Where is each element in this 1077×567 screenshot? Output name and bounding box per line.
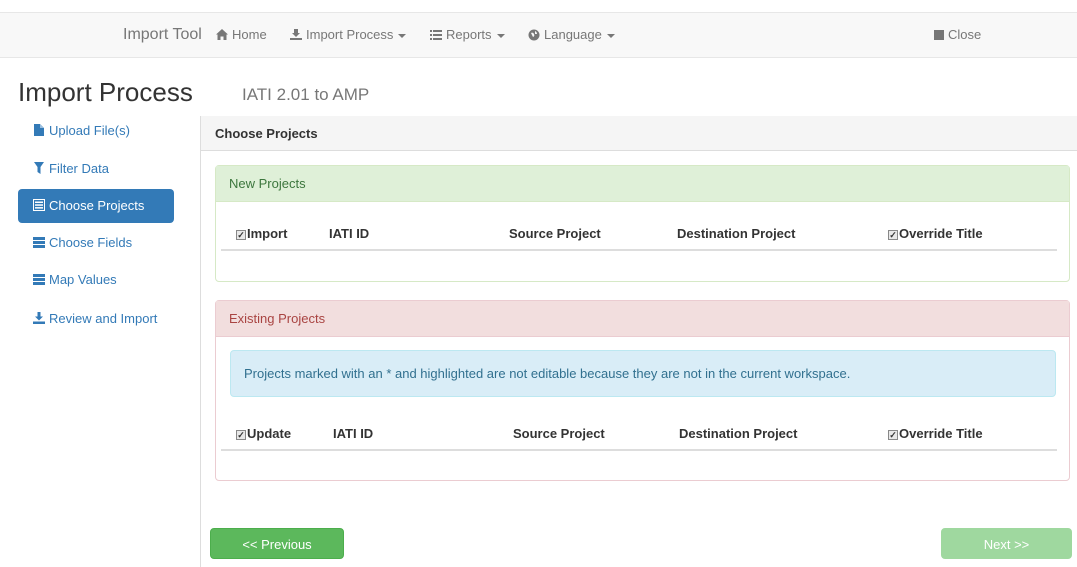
iati-id-column-header: IATI ID — [333, 426, 374, 441]
navbar-brand[interactable]: Import Tool — [123, 13, 202, 57]
import-column-header: ✓ Import — [236, 226, 287, 241]
file-icon — [33, 114, 45, 148]
existing-projects-heading: Existing Projects — [216, 301, 1069, 337]
sidebar-item-label: Map Values — [49, 272, 117, 287]
iati-id-column-header: IATI ID — [329, 226, 370, 241]
nav-close-label: Close — [948, 27, 982, 42]
override-title-column-header: ✓ Override Title — [888, 426, 983, 441]
import-all-checkbox[interactable]: ✓ — [236, 230, 246, 240]
new-projects-panel: New Projects ✓ Import IATI ID Source Proj… — [215, 165, 1070, 282]
update-column-header: ✓ Update — [236, 426, 291, 441]
top-navbar: Import Tool Home Import Process Reports … — [0, 12, 1077, 58]
destination-project-column-header: Destination Project — [679, 426, 798, 441]
nav-reports-label: Reports — [446, 27, 492, 42]
caret-down-icon — [398, 33, 407, 38]
sidebar-item-choose-projects[interactable]: Choose Projects — [18, 189, 174, 223]
nav-reports-dropdown[interactable]: Reports — [430, 13, 505, 57]
page-title: Import Process — [18, 77, 193, 107]
nav-home-label: Home — [232, 27, 267, 42]
new-projects-heading: New Projects — [216, 166, 1069, 202]
override-title-checkbox[interactable]: ✓ — [888, 430, 898, 440]
nav-language-label: Language — [544, 27, 602, 42]
source-project-column-header: Source Project — [509, 226, 601, 241]
download-icon — [33, 302, 45, 336]
main-divider — [200, 116, 201, 567]
list-alt-icon — [33, 189, 45, 223]
sidebar-item-label: Choose Fields — [49, 235, 133, 250]
sidebar-item-label: Choose Projects — [49, 198, 145, 213]
caret-down-icon — [496, 33, 505, 38]
tasks-icon — [33, 263, 45, 297]
column-label: Update — [247, 426, 292, 441]
sidebar-item-map-values[interactable]: Map Values — [18, 263, 174, 297]
nav-home-link[interactable]: Home — [216, 13, 267, 57]
sidebar-item-label: Upload File(s) — [49, 123, 130, 138]
table-header-rule — [221, 249, 1057, 251]
sidebar-item-label: Review and Import — [49, 311, 158, 326]
import-icon — [290, 13, 302, 57]
nav-import-process-dropdown[interactable]: Import Process — [290, 13, 407, 57]
nav-language-dropdown[interactable]: Language — [528, 13, 615, 57]
existing-projects-panel: Existing Projects Projects marked with a… — [215, 300, 1070, 481]
filter-icon — [33, 152, 45, 186]
globe-icon — [528, 13, 540, 57]
sidebar-item-label: Filter Data — [49, 161, 109, 176]
workspace-info-alert: Projects marked with an * and highlighte… — [230, 350, 1056, 397]
list-icon — [430, 13, 442, 57]
update-all-checkbox[interactable]: ✓ — [236, 430, 246, 440]
previous-button[interactable]: << Previous — [210, 528, 344, 559]
nav-import-process-label: Import Process — [306, 27, 394, 42]
column-label: Override Title — [899, 426, 983, 441]
column-label: Override Title — [899, 226, 983, 241]
next-button[interactable]: Next >> — [941, 528, 1072, 559]
home-icon — [216, 13, 228, 57]
column-label: Import — [247, 226, 288, 241]
stop-icon — [934, 30, 944, 40]
table-header-rule — [221, 449, 1057, 451]
source-project-column-header: Source Project — [513, 426, 605, 441]
override-title-column-header: ✓ Override Title — [888, 226, 983, 241]
destination-project-column-header: Destination Project — [677, 226, 796, 241]
nav-close-link[interactable]: Close — [934, 13, 981, 57]
override-title-checkbox[interactable]: ✓ — [888, 230, 898, 240]
page-subtitle: IATI 2.01 to AMP — [242, 85, 370, 104]
sidebar-item-upload-files[interactable]: Upload File(s) — [18, 114, 174, 148]
caret-down-icon — [606, 33, 615, 38]
sidebar-item-choose-fields[interactable]: Choose Fields — [18, 226, 174, 260]
section-header: Choose Projects — [201, 116, 1077, 151]
sidebar-item-review-and-import[interactable]: Review and Import — [18, 302, 174, 336]
sidebar-item-filter-data[interactable]: Filter Data — [18, 152, 174, 186]
tasks-icon — [33, 226, 45, 260]
